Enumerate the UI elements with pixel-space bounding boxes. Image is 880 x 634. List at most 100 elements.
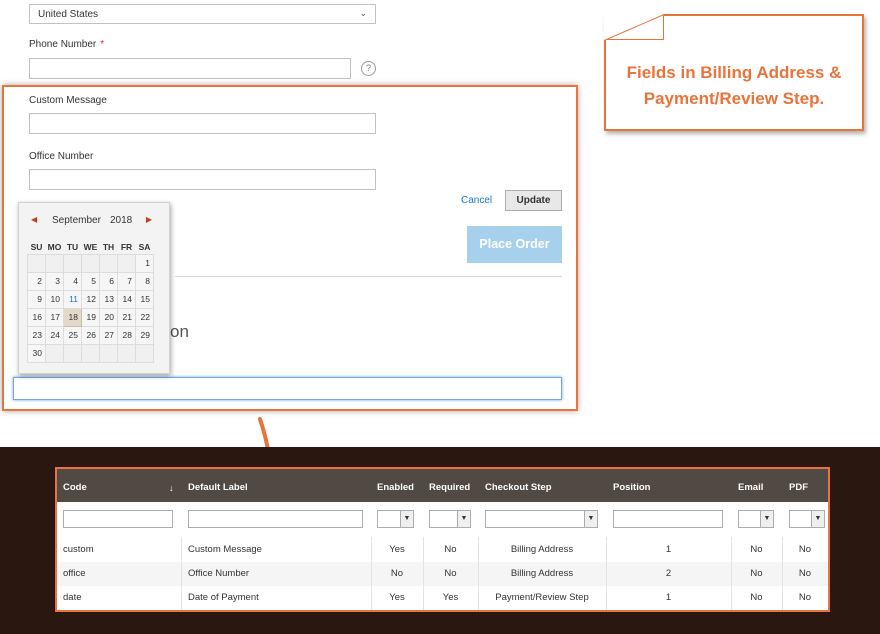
filter-required-select[interactable]: ▼ [429, 510, 471, 528]
calendar-day[interactable]: 18 [63, 307, 82, 327]
calendar-day[interactable]: 11 [63, 289, 82, 309]
cell-code: custom [63, 544, 94, 555]
country-select[interactable]: United States ⌄ [29, 4, 376, 24]
col-header-position[interactable]: Position [613, 469, 650, 502]
cell-pdf: No [798, 592, 812, 603]
phone-label-text: Phone Number [29, 39, 97, 50]
cell-step: Billing Address [510, 568, 574, 579]
date-of-payment-input[interactable] [13, 377, 562, 400]
column-divider [371, 537, 372, 610]
calendar-day[interactable]: 15 [135, 289, 154, 309]
cancel-link[interactable]: Cancel [461, 195, 492, 206]
calendar-day[interactable]: 9 [27, 289, 46, 309]
weekday-header: TH [102, 241, 115, 252]
calendar-day[interactable]: 5 [81, 271, 100, 291]
calendar-day[interactable]: 25 [63, 325, 82, 345]
filter-step-select[interactable]: ▼ [485, 510, 598, 528]
col-header-pdf[interactable]: PDF [789, 469, 808, 502]
calendar-day[interactable]: 29 [135, 325, 154, 345]
calendar-day[interactable]: 26 [81, 325, 100, 345]
custom-message-input[interactable] [29, 113, 376, 134]
col-header-enabled[interactable]: Enabled [377, 469, 414, 502]
callout-fold-corner [604, 14, 664, 40]
cell-required: No [444, 544, 457, 555]
calendar-day[interactable]: 10 [45, 289, 64, 309]
calendar-day[interactable]: 19 [81, 307, 100, 327]
column-divider [181, 537, 182, 610]
calendar-day[interactable]: 27 [99, 325, 118, 345]
calendar-day[interactable]: 17 [45, 307, 64, 327]
chevron-down-icon: ▼ [400, 511, 413, 527]
calendar-day[interactable]: 1 [135, 253, 154, 273]
calendar-day[interactable]: 4 [63, 271, 82, 291]
calendar-day[interactable]: 24 [45, 325, 64, 345]
filter-code-input[interactable] [63, 510, 173, 528]
calendar-day[interactable]: 16 [27, 307, 46, 327]
table-row[interactable]: date Date of Payment Yes Yes Payment/Review … [57, 586, 828, 610]
weekday-header: SA [138, 241, 151, 252]
filter-position-input[interactable] [613, 510, 723, 528]
cell-enabled: Yes [389, 544, 405, 555]
calendar-day[interactable]: 23 [27, 325, 46, 345]
chevron-down-icon: ⌄ [359, 8, 367, 18]
column-divider [731, 537, 732, 610]
col-header-required[interactable]: Required [429, 469, 470, 502]
table-row[interactable]: custom Custom Message Yes No Billing Address… [57, 538, 828, 562]
office-number-input[interactable] [29, 169, 376, 190]
filter-enabled-select[interactable]: ▼ [377, 510, 414, 528]
cell-enabled: Yes [389, 592, 405, 603]
update-button[interactable]: Update [505, 190, 562, 211]
col-header-email[interactable]: Email [738, 469, 763, 502]
cell-code: date [63, 592, 82, 603]
calendar-header: ◀ September 2018 ▶ [19, 215, 169, 229]
calendar-year[interactable]: 2018 [110, 215, 132, 226]
next-month-icon[interactable]: ▶ [146, 215, 152, 224]
calendar-day[interactable]: 7 [117, 271, 136, 291]
section-divider [175, 276, 562, 277]
prev-month-icon[interactable]: ◀ [31, 215, 37, 224]
column-divider [423, 537, 424, 610]
office-number-label: Office Number [29, 151, 94, 162]
calendar-day[interactable]: 12 [81, 289, 100, 309]
calendar-day[interactable]: 2 [27, 271, 46, 291]
calendar-day[interactable]: 3 [45, 271, 64, 291]
place-order-button[interactable]: Place Order [467, 226, 562, 263]
cell-label: Custom Message [188, 544, 262, 555]
help-icon[interactable]: ? [361, 61, 376, 76]
filter-label-input[interactable] [188, 510, 363, 528]
col-header-default-label[interactable]: Default Label [188, 469, 248, 502]
calendar-day[interactable]: 22 [135, 307, 154, 327]
required-marker: * [100, 39, 105, 50]
calendar-empty-cell [135, 343, 154, 363]
sort-icon[interactable]: ↓ [169, 469, 174, 502]
cell-required: No [444, 568, 457, 579]
cell-label: Date of Payment [188, 592, 259, 603]
weekday-header: SU [30, 241, 43, 252]
col-header-checkout-step[interactable]: Checkout Step [485, 469, 552, 502]
calendar-day[interactable]: 21 [117, 307, 136, 327]
calendar-day[interactable]: 6 [99, 271, 118, 291]
col-header-code[interactable]: Code [63, 469, 87, 502]
callout-line-2: Payment/Review Step. [643, 89, 825, 108]
filter-email-select[interactable]: ▼ [738, 510, 774, 528]
weekday-header: TU [66, 241, 79, 252]
cell-pdf: No [798, 544, 812, 555]
cell-pdf: No [798, 568, 812, 579]
calendar-empty-cell [99, 343, 118, 363]
calendar-empty-cell [117, 343, 136, 363]
calendar-day[interactable]: 20 [99, 307, 118, 327]
filter-pdf-select[interactable]: ▼ [789, 510, 825, 528]
calendar-day[interactable]: 13 [99, 289, 118, 309]
calendar-day[interactable]: 30 [27, 343, 46, 363]
calendar-empty-cell [63, 253, 82, 273]
table-row[interactable]: office Office Number No No Billing Address 2 N… [57, 562, 828, 586]
calendar-day[interactable]: 14 [117, 289, 136, 309]
country-select-value: United States [38, 9, 99, 20]
calendar-month[interactable]: September [52, 215, 101, 226]
cell-email: No [750, 544, 763, 555]
calendar-empty-cell [117, 253, 136, 273]
calendar-day[interactable]: 28 [117, 325, 136, 345]
calendar-day[interactable]: 8 [135, 271, 154, 291]
phone-label: Phone Number * [29, 39, 104, 50]
phone-input[interactable] [29, 58, 351, 79]
